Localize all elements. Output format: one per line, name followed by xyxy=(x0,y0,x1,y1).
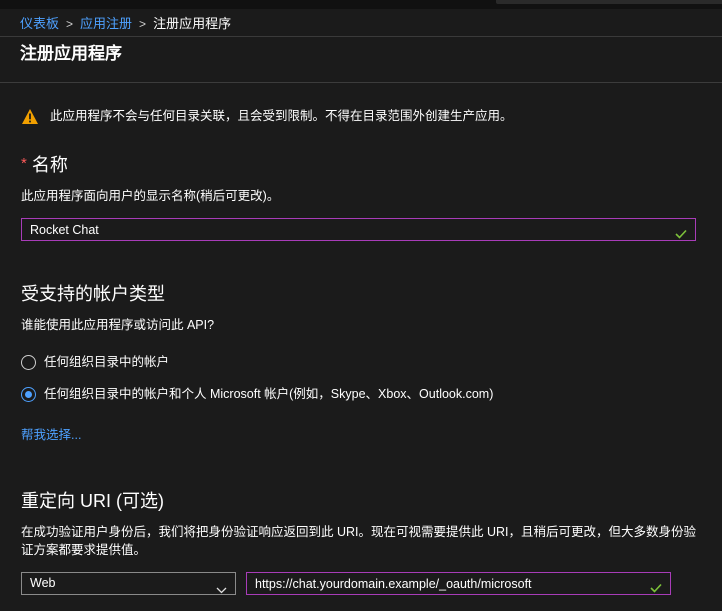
name-section-label: * 名称 xyxy=(21,152,68,177)
name-description: 此应用程序面向用户的显示名称(稍后可更改)。 xyxy=(21,189,280,203)
radio-option-label: 任何组织目录中的帐户和个人 Microsoft 帐户(例如，Skype、Xbox… xyxy=(44,387,494,401)
breadcrumb-separator: > xyxy=(139,17,147,31)
breadcrumb: 仪表板 > 应用注册 > 注册应用程序 xyxy=(20,15,231,33)
radio-button[interactable] xyxy=(21,354,36,370)
redirect-uri-description: 在成功验证用户身份后，我们将把身份验证响应返回到此 URI。现在可视需要提供此 … xyxy=(21,525,697,557)
platform-select-value: Web xyxy=(30,576,56,590)
breadcrumb-app-registrations[interactable]: 应用注册 xyxy=(80,15,132,33)
check-icon xyxy=(650,579,662,593)
radio-option-org-and-personal-accounts[interactable]: 任何组织目录中的帐户和个人 Microsoft 帐户(例如，Skype、Xbox… xyxy=(21,385,493,403)
radio-option-label: 任何组织目录中的帐户 xyxy=(44,355,170,369)
help-me-choose-link[interactable]: 帮我选择... xyxy=(21,426,81,444)
warning-text: 此应用程序不会与任何目录关联，且会受到限制。不得在目录范围外创建生产应用。 xyxy=(50,109,513,123)
name-input[interactable]: Rocket Chat xyxy=(21,218,696,241)
name-label: 名称 xyxy=(31,155,68,175)
required-indicator: * xyxy=(21,155,27,172)
warning-icon xyxy=(21,108,39,125)
divider xyxy=(0,36,722,37)
divider xyxy=(0,82,722,83)
check-icon xyxy=(675,225,687,239)
top-bar xyxy=(0,0,722,9)
redirect-uri-value: https://chat.yourdomain.example/_oauth/m… xyxy=(255,576,532,591)
radio-option-org-accounts[interactable]: 任何组织目录中的帐户 xyxy=(21,353,169,371)
redirect-uri-input[interactable]: https://chat.yourdomain.example/_oauth/m… xyxy=(246,572,671,595)
name-input-value: Rocket Chat xyxy=(30,222,99,237)
chevron-down-icon xyxy=(216,580,227,594)
account-types-question: 谁能使用此应用程序或访问此 API? xyxy=(21,318,215,332)
redirect-uri-label: 重定向 URI (可选) xyxy=(21,491,164,511)
platform-select[interactable]: Web xyxy=(21,572,236,595)
breadcrumb-dashboard[interactable]: 仪表板 xyxy=(20,15,59,33)
warning-banner: 此应用程序不会与任何目录关联，且会受到限制。不得在目录范围外创建生产应用。 xyxy=(21,107,513,125)
breadcrumb-separator: > xyxy=(66,17,74,31)
top-bar-search-area[interactable] xyxy=(496,0,722,4)
breadcrumb-current: 注册应用程序 xyxy=(153,16,232,31)
page-title: 注册应用程序 xyxy=(20,44,122,63)
account-types-label: 受支持的帐户类型 xyxy=(21,284,165,304)
radio-button-selected[interactable] xyxy=(21,386,36,402)
